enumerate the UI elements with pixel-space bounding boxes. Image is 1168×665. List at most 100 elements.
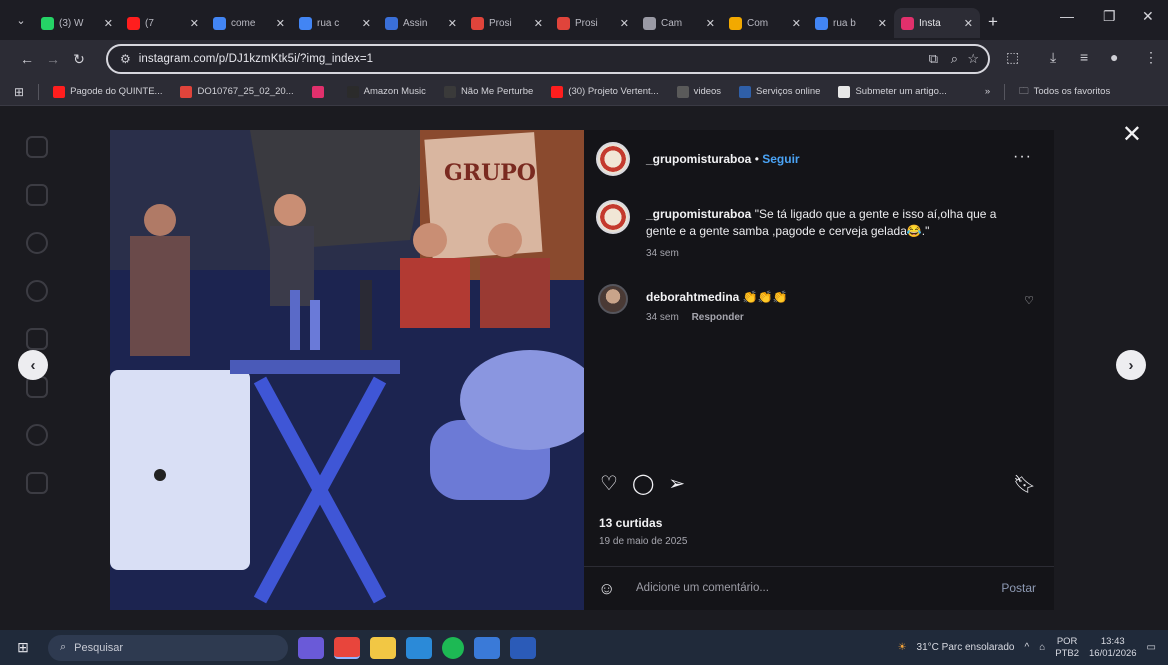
language-indicator[interactable]: POR PTB2 [1055,636,1079,660]
bookmark-item[interactable]: videos [676,85,721,98]
tray-overflow-icon[interactable]: ^ [1024,642,1029,653]
notifications-icon[interactable]: ▭ [1147,642,1156,653]
chrome-app-icon[interactable] [334,636,360,659]
commenter-username[interactable]: deborahtmedina [646,290,739,304]
spotify-app-icon[interactable] [442,636,464,659]
bookmark-item[interactable] [311,85,329,98]
share-send-icon[interactable]: ➢ [668,474,685,494]
browser-tab[interactable]: Prosi ✕ [464,8,550,38]
instagram-logo-icon[interactable] [26,136,48,158]
next-post-arrow-icon[interactable]: › [1116,350,1146,380]
tab-close-icon[interactable]: ✕ [706,17,715,30]
back-icon[interactable]: ← [14,51,40,67]
reels-icon[interactable] [26,328,48,350]
tab-close-icon[interactable]: ✕ [276,17,285,30]
bookmark-item[interactable]: (30) Projeto Vertent... [551,85,659,98]
browser-tab[interactable]: Cam ✕ [636,8,722,38]
likes-count[interactable]: 13 curtidas [599,516,662,530]
post-comment-button[interactable]: Postar [1001,581,1036,595]
browser-tab[interactable]: rua c ✕ [292,8,378,38]
bookmark-item[interactable]: DO10767_25_02_20... [180,85,294,98]
more-options-icon[interactable]: ··· [1013,148,1032,166]
bookmark-favicon-icon [53,85,66,98]
bookmark-item[interactable]: Serviços online [739,85,820,98]
zoom-icon[interactable]: ⌕ [951,51,958,67]
tab-close-icon[interactable]: ✕ [190,17,199,30]
reading-list-icon[interactable]: ≡ [1080,49,1088,65]
browser-tab[interactable]: (3) W ✕ [34,8,120,38]
tab-close-icon[interactable]: ✕ [964,17,973,30]
apps-grid-icon[interactable]: ⊞ [14,85,24,99]
browser-tab[interactable]: rua b ✕ [808,8,894,38]
tab-close-icon[interactable]: ✕ [792,17,801,30]
explore-icon[interactable] [26,280,48,302]
weather-text[interactable]: 31°C Parc ensolarado [917,642,1015,653]
follow-button[interactable]: Seguir [762,152,799,166]
create-icon[interactable] [26,472,48,494]
caption-username[interactable]: _grupomisturaboa [646,207,751,221]
install-app-icon[interactable]: ⧉ [929,51,938,67]
tab-close-icon[interactable]: ✕ [878,17,887,30]
tab-close-icon[interactable]: ✕ [104,17,113,30]
weather-icon[interactable]: ☀ [898,642,907,653]
maximize-icon[interactable]: ❐ [1103,8,1116,25]
browser-tab[interactable]: Prosi ✕ [550,8,636,38]
author-username[interactable]: _grupomisturaboa [646,152,751,166]
extensions-icon[interactable]: ⬚ [1006,49,1019,66]
search-icon[interactable] [26,232,48,254]
site-info-icon[interactable]: ⚙ [120,52,131,66]
url-text[interactable]: instagram.com/p/DJ1kzmKtk5i/?img_index=1 [139,53,373,65]
browser-tab[interactable]: Assin ✕ [378,8,464,38]
browser-tab[interactable]: Insta ✕ [894,8,980,38]
address-bar[interactable]: ⚙ instagram.com/p/DJ1kzmKtk5i/?img_index… [106,44,990,74]
tab-close-icon[interactable]: ✕ [448,17,457,30]
home-icon[interactable] [26,184,48,206]
commenter-avatar[interactable] [598,284,628,314]
close-modal-icon[interactable]: ✕ [1122,120,1142,149]
tab-close-icon[interactable]: ✕ [534,17,543,30]
network-icon[interactable]: ⌂ [1039,642,1045,653]
edge-app-icon[interactable] [406,636,432,659]
copilot-app-icon[interactable] [298,636,324,659]
bookmarks-overflow[interactable]: » [985,86,990,97]
taskbar-search[interactable]: ⌕ Pesquisar [48,634,288,661]
bookmark-item[interactable]: Pagode do QUINTE... [53,85,162,98]
save-bookmark-icon[interactable]: 🔖︎ [1013,474,1036,495]
post-photo[interactable]: GRUPO › [110,130,584,610]
new-tab-button[interactable]: + [980,12,1006,32]
close-window-icon[interactable]: ✕ [1142,8,1154,25]
comment-like-icon[interactable]: ♡ [1024,294,1034,307]
caption-avatar[interactable] [596,200,630,234]
windows-start-icon[interactable]: ⊞ [6,639,40,656]
notifications-icon[interactable] [26,424,48,446]
browser-tab[interactable]: come ✕ [206,8,292,38]
profile-avatar[interactable]: ● [1110,49,1118,65]
bookmark-item[interactable]: Submeter um artigo... [838,85,947,98]
previous-post-arrow-icon[interactable]: ‹ [18,350,48,380]
all-bookmarks-folder[interactable]: 🗀 Todos os favoritos [1019,84,1110,100]
tab-close-icon[interactable]: ✕ [620,17,629,30]
tab-title: Cam [661,17,683,29]
author-avatar[interactable] [596,142,630,176]
browser-tab[interactable]: Com ✕ [722,8,808,38]
file-explorer-icon[interactable] [370,636,396,659]
like-heart-icon[interactable]: ♡ [600,474,618,494]
downloads-icon[interactable]: ⤓ [1050,49,1056,66]
comment-bubble-icon[interactable]: ◯ [632,474,654,494]
reload-icon[interactable]: ↻ [66,51,92,68]
clock[interactable]: 13:43 16/01/2026 [1089,636,1137,660]
forward-icon[interactable]: → [40,51,66,67]
minimize-icon[interactable]: — [1060,8,1074,24]
tab-search-chevron-icon[interactable]: ⌄ [8,7,34,33]
bookmark-star-icon[interactable]: ☆ [967,51,979,67]
menu-kebab-icon[interactable]: ⋮ [1144,49,1158,66]
comment-input[interactable] [636,577,936,599]
bookmark-item[interactable]: Amazon Music [346,85,426,98]
reply-link[interactable]: Responder [692,312,744,323]
browser-tab[interactable]: (7 ✕ [120,8,206,38]
word-app-icon[interactable] [510,636,536,659]
store-app-icon[interactable] [474,636,500,659]
bookmark-item[interactable]: Não Me Perturbe [443,85,533,98]
emoji-icon[interactable]: ☺ [598,579,615,599]
tab-close-icon[interactable]: ✕ [362,17,371,30]
